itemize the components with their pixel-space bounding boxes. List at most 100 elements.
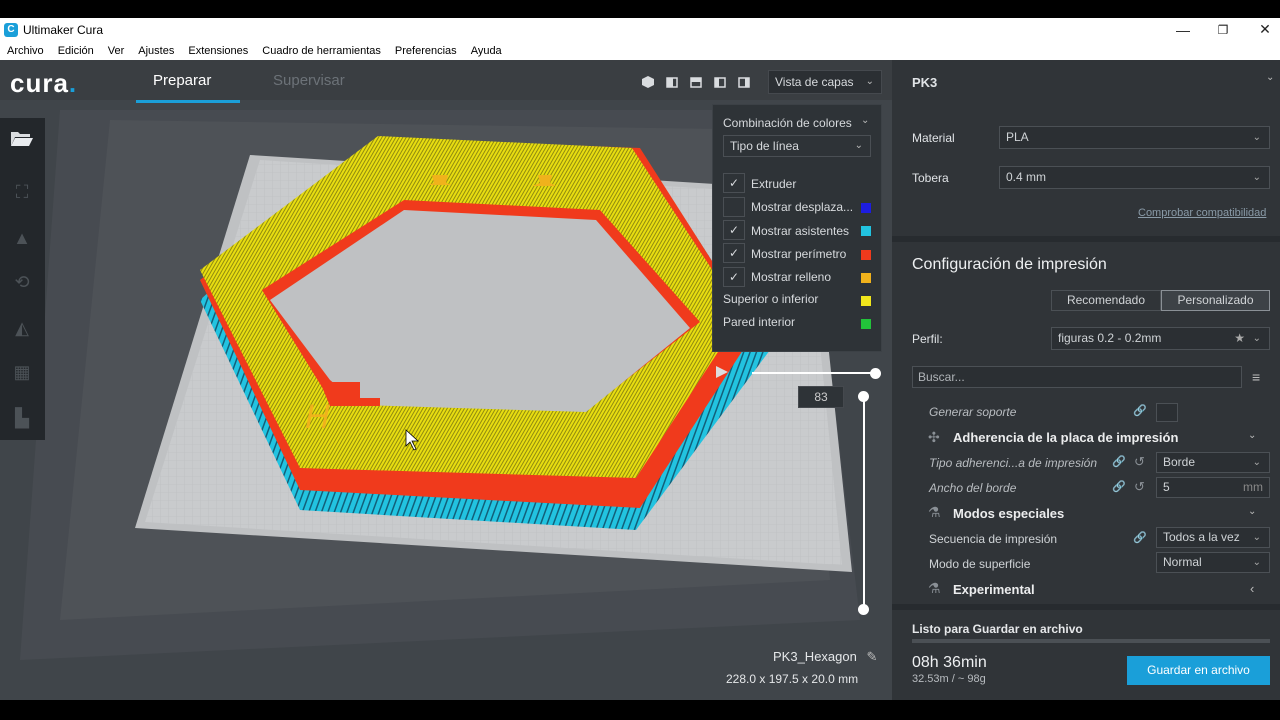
menu-preferencias[interactable]: Preferencias bbox=[395, 45, 457, 57]
per-model-settings-icon[interactable]: ▦ bbox=[8, 358, 36, 386]
scale-tool-icon[interactable]: ▲ bbox=[8, 224, 36, 252]
chevron-down-icon: ⌄ bbox=[865, 76, 874, 87]
brim-width-input[interactable]: 5 mm bbox=[1156, 477, 1270, 498]
settings-menu-icon[interactable]: ≡ bbox=[1252, 369, 1260, 385]
menu-archivo[interactable]: Archivo bbox=[7, 45, 44, 57]
shell-color-swatch bbox=[861, 250, 871, 260]
profile-select[interactable]: figuras 0.2 - 0.2mm ★ ⌄ bbox=[1051, 327, 1270, 350]
layer-slider-bottom-handle[interactable] bbox=[858, 604, 869, 615]
checkbox-show-shell[interactable]: ✓ bbox=[723, 243, 745, 263]
object-dimensions: 228.0 x 197.5 x 20.0 mm bbox=[726, 672, 859, 686]
chevron-down-icon: ⌄ bbox=[1252, 333, 1261, 344]
link-icon: 🔗 bbox=[1133, 532, 1147, 544]
mirror-tool-icon[interactable]: ◭ bbox=[8, 314, 36, 342]
view-mode-select[interactable]: Vista de capas ⌄ bbox=[768, 70, 882, 94]
menu-extensiones[interactable]: Extensiones bbox=[188, 45, 248, 57]
active-tab-indicator bbox=[136, 100, 240, 103]
checkbox-show-helpers[interactable]: ✓ bbox=[723, 220, 745, 240]
open-file-icon[interactable] bbox=[8, 124, 36, 152]
support-blocker-icon[interactable]: ▙ bbox=[8, 404, 36, 432]
color-scheme-select[interactable]: Tipo de línea ⌄ bbox=[723, 135, 871, 157]
checkbox-extruder[interactable]: ✓ bbox=[723, 173, 745, 193]
link-icon: 🔗 bbox=[1112, 481, 1126, 493]
view-top-icon[interactable] bbox=[689, 75, 703, 89]
helpers-color-swatch bbox=[861, 226, 871, 236]
recommended-mode-button[interactable]: Recomendado bbox=[1051, 290, 1161, 311]
brim-width-unit: mm bbox=[1243, 480, 1263, 494]
custom-mode-button[interactable]: Personalizado bbox=[1161, 290, 1270, 311]
label-show-shell: Mostrar perímetro bbox=[751, 247, 847, 261]
window-title: Ultimaker Cura bbox=[23, 22, 104, 37]
restore-button[interactable]: ❐ bbox=[1203, 18, 1243, 41]
printer-name[interactable]: PK3 bbox=[912, 75, 937, 90]
chevron-down-icon[interactable]: ⌄ bbox=[1248, 506, 1256, 517]
surface-mode-select[interactable]: Normal ⌄ bbox=[1156, 552, 1270, 573]
chevron-down-icon: ⌄ bbox=[861, 115, 870, 126]
material-label: Material bbox=[912, 131, 955, 145]
label-show-helpers: Mostrar asistentes bbox=[751, 224, 850, 238]
chevron-down-icon: ⌄ bbox=[1252, 457, 1261, 468]
adhesion-type-value: Borde bbox=[1163, 455, 1196, 469]
checkbox-show-travel[interactable] bbox=[723, 197, 745, 217]
menu-ajustes[interactable]: Ajustes bbox=[138, 45, 174, 57]
layer-number-input[interactable]: 83 bbox=[798, 386, 844, 408]
print-sequence-value: Todos a la vez bbox=[1163, 530, 1240, 544]
checkbox-show-infill[interactable]: ✓ bbox=[723, 267, 745, 287]
flask-icon: ⚗ bbox=[928, 504, 941, 520]
menu-edicion[interactable]: Edición bbox=[58, 45, 94, 57]
move-tool-icon[interactable]: ⛶ bbox=[8, 178, 36, 206]
menu-ayuda[interactable]: Ayuda bbox=[471, 45, 502, 57]
material-value: PLA bbox=[1006, 130, 1029, 144]
adhesion-type-label: Tipo adherenci...a de impresión bbox=[929, 456, 1097, 470]
nozzle-value: 0.4 mm bbox=[1006, 170, 1047, 184]
view-right-icon[interactable] bbox=[737, 75, 751, 89]
minimize-button[interactable]: — bbox=[1163, 18, 1203, 41]
generate-support-checkbox[interactable] bbox=[1156, 403, 1178, 422]
slicing-progress-bar bbox=[912, 639, 1270, 643]
cura-app-icon: C bbox=[4, 22, 18, 37]
infill-color-swatch bbox=[861, 273, 871, 283]
surface-mode-value: Normal bbox=[1163, 555, 1202, 569]
close-button[interactable]: ✕ bbox=[1245, 18, 1280, 41]
rotate-tool-icon[interactable]: ⟲ bbox=[8, 268, 36, 296]
reset-icon[interactable]: ↺ bbox=[1134, 454, 1145, 470]
view-left-icon[interactable] bbox=[713, 75, 727, 89]
menu-ver[interactable]: Ver bbox=[108, 45, 125, 57]
view-3d-icon[interactable] bbox=[641, 75, 655, 89]
material-select[interactable]: PLA ⌄ bbox=[999, 126, 1270, 149]
layer-slider-handle-horizontal[interactable] bbox=[870, 368, 881, 379]
generate-support-label: Generar soporte bbox=[929, 405, 1017, 419]
legend-inner-wall: Pared interior bbox=[723, 315, 796, 329]
star-icon[interactable]: ★ bbox=[1234, 328, 1245, 349]
inner-wall-color-swatch bbox=[861, 319, 871, 329]
chevron-down-icon[interactable]: ⌄ bbox=[1266, 72, 1274, 83]
adhesion-type-select[interactable]: Borde ⌄ bbox=[1156, 452, 1270, 473]
edit-pencil-icon[interactable]: ✎ bbox=[866, 649, 877, 664]
print-sequence-select[interactable]: Todos a la vez ⌄ bbox=[1156, 527, 1270, 548]
chevron-left-icon[interactable]: ‹ bbox=[1250, 581, 1254, 596]
chevron-down-icon[interactable]: ⌄ bbox=[1248, 430, 1256, 441]
settings-search-input[interactable]: Buscar... bbox=[912, 366, 1242, 388]
tab-preparar[interactable]: Preparar bbox=[153, 72, 211, 89]
layer-slider-top-handle[interactable] bbox=[858, 391, 869, 402]
check-compatibility-link[interactable]: Comprobar compatibilidad bbox=[1138, 207, 1266, 219]
save-to-file-button[interactable]: Guardar en archivo bbox=[1127, 656, 1270, 685]
left-toolbar: ⛶ ▲ ⟲ ◭ ▦ ▙ bbox=[0, 118, 45, 440]
layer-view-panel: Combinación de colores ⌄ Tipo de línea ⌄… bbox=[712, 104, 882, 352]
special-modes-category[interactable]: Modos especiales bbox=[953, 506, 1064, 521]
job-status-text: Listo para Guardar en archivo bbox=[912, 622, 1083, 636]
color-scheme-label: Combinación de colores bbox=[723, 116, 852, 130]
top-letterbox bbox=[0, 0, 1280, 18]
tab-supervisar[interactable]: Supervisar bbox=[273, 72, 345, 89]
chevron-down-icon: ⌄ bbox=[1252, 532, 1261, 543]
print-setup-title: Configuración de impresión bbox=[912, 256, 1107, 273]
experimental-category[interactable]: Experimental bbox=[953, 582, 1035, 597]
menu-cuadro-herramientas[interactable]: Cuadro de herramientas bbox=[262, 45, 381, 57]
reset-icon[interactable]: ↺ bbox=[1134, 479, 1145, 495]
nozzle-select[interactable]: 0.4 mm ⌄ bbox=[999, 166, 1270, 189]
adhesion-category[interactable]: Adherencia de la placa de impresión bbox=[953, 430, 1178, 445]
label-show-infill: Mostrar relleno bbox=[751, 270, 832, 284]
chevron-down-icon: ⌄ bbox=[854, 140, 863, 151]
view-front-icon[interactable] bbox=[665, 75, 679, 89]
layer-slider-track bbox=[863, 396, 865, 610]
